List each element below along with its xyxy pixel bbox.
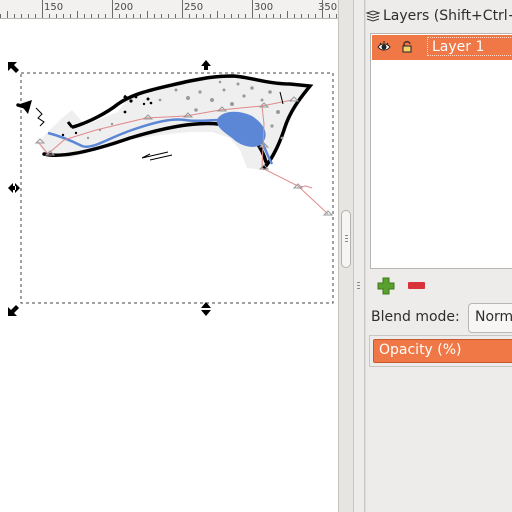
ruler-tick [35,14,36,18]
horizontal-ruler[interactable]: 150 200 250 300 350 [0,0,338,19]
ruler-label: 300 [254,2,274,13]
ruler-tick [245,14,246,18]
ruler-tick [196,14,197,18]
ruler-tick [147,11,148,18]
map-drawing[interactable] [0,19,338,512]
layers-icon [366,10,380,22]
ruler-tick [119,14,120,18]
ruler-tick [112,0,113,18]
ruler-tick [273,14,274,18]
scribble [35,107,45,127]
layer-name[interactable]: Layer 1 [427,37,512,56]
ruler-tick [91,14,92,18]
dock-separator[interactable] [364,0,366,512]
blend-mode-select[interactable]: Norm [468,303,512,333]
layers-panel-title: Layers (Shift+Ctrl+L [366,6,512,28]
ruler-tick [42,0,43,18]
ruler-tick [189,14,190,18]
ruler-tick [133,14,134,18]
ruler-tick [63,14,64,18]
ruler-tick [84,14,85,18]
ruler-tick [70,14,71,18]
ruler-tick [77,11,78,18]
scrollbar-thumb[interactable] [341,210,351,268]
ruler-tick [329,14,330,18]
remove-layer-button[interactable] [408,282,425,289]
ruler-label: 350 [318,2,338,13]
ruler-tick [259,14,260,18]
ruler-tick [14,14,15,18]
dock-handle[interactable] [357,280,362,292]
ruler-tick [161,14,162,18]
ruler-tick [154,14,155,18]
ruler-tick [287,11,288,18]
ruler-tick [28,14,29,18]
layers-list[interactable]: Layer 1 [370,33,512,269]
ruler-tick [252,0,253,18]
vertical-scrollbar[interactable] [338,0,354,512]
ruler-tick [280,14,281,18]
panel-title-text: Layers (Shift+Ctrl+L [383,8,512,24]
eye-icon[interactable] [377,40,391,54]
ruler-tick [126,14,127,18]
ruler-tick [336,14,337,18]
small-arrow [141,151,173,161]
ruler-tick [168,14,169,18]
ruler-tick [266,14,267,18]
ruler-tick [0,14,1,18]
ruler-tick [56,14,57,18]
ruler-tick [238,14,239,18]
ruler-tick [308,14,309,18]
lock-open-icon[interactable] [401,40,413,54]
ruler-tick [301,14,302,18]
opacity-slider[interactable]: Opacity (%) [373,339,512,363]
add-layer-button[interactable] [377,277,395,295]
ruler-tick [315,14,316,18]
ruler-tick [224,14,225,18]
ruler-tick [140,14,141,18]
ruler-tick [182,0,183,18]
ruler-label: 200 [114,2,134,13]
ruler-tick [203,14,204,18]
ruler-label: 150 [44,2,64,13]
ruler-tick [21,14,22,18]
ruler-tick [49,14,50,18]
ruler-tick [322,0,323,18]
ruler-tick [217,11,218,18]
ruler-tick [175,14,176,18]
ruler-tick [294,14,295,18]
ruler-tick [7,11,8,18]
layer-row[interactable]: Layer 1 [372,35,512,60]
ruler-label: 250 [184,2,204,13]
drawing-canvas[interactable] [0,19,338,512]
ruler-tick [98,14,99,18]
ruler-tick [231,14,232,18]
ruler-tick [210,14,211,18]
blend-mode-label: Blend mode: [371,309,460,325]
ruler-tick [105,14,106,18]
